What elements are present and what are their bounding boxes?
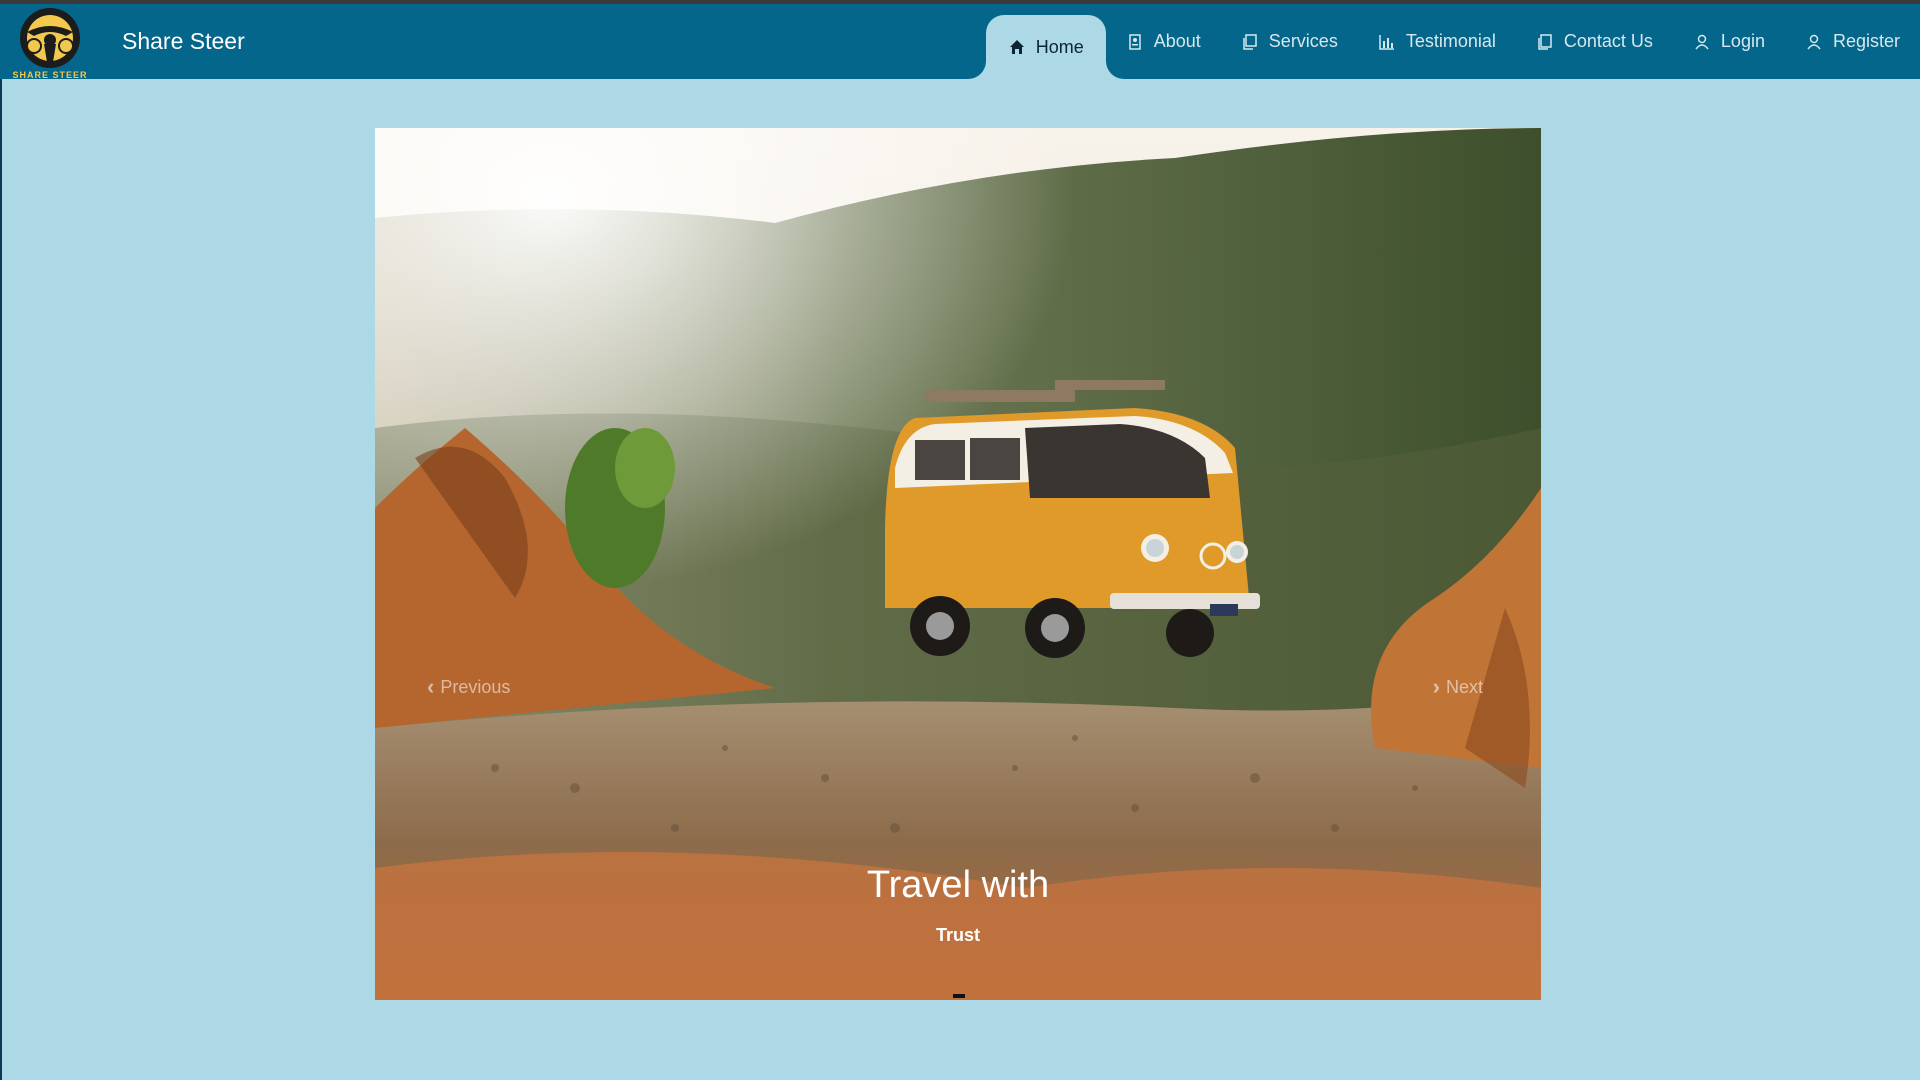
chevron-left-icon: ‹ — [427, 674, 435, 699]
chevron-right-icon: › — [1432, 674, 1440, 699]
contact-icon — [1536, 33, 1554, 51]
main-nav: Home About Services Testimonial Contact … — [985, 4, 1920, 79]
nav-testimonial[interactable]: Testimonial — [1358, 4, 1516, 79]
carousel-prev-button[interactable]: ‹ Previous — [421, 674, 510, 700]
nav-register[interactable]: Register — [1785, 4, 1920, 79]
carousel-caption-subtitle: Trust — [935, 925, 980, 945]
nav-register-label: Register — [1832, 31, 1900, 51]
hero-carousel: ‹ Previous › Next Travel with Trust — [375, 128, 1541, 1000]
nav-home-label: Home — [1035, 36, 1084, 57]
carousel-indicator[interactable] — [953, 994, 965, 998]
carousel-next-button[interactable]: › Next — [1427, 674, 1483, 700]
nav-login[interactable]: Login — [1673, 4, 1785, 79]
document-icon — [1126, 33, 1144, 51]
nav-contact[interactable]: Contact Us — [1516, 4, 1673, 79]
bar-chart-icon — [1378, 33, 1396, 51]
nav-services-label: Services — [1268, 31, 1338, 51]
nav-home[interactable]: Home — [985, 15, 1106, 79]
logo-text: SHARE STEER — [12, 70, 87, 80]
page-left-border — [0, 79, 2, 1080]
nav-contact-label: Contact Us — [1563, 31, 1653, 51]
carousel-caption-title: Travel with — [866, 864, 1050, 906]
home-icon — [1008, 38, 1026, 56]
carousel-next-label: Next — [1445, 676, 1483, 697]
user-icon — [1805, 33, 1823, 51]
nav-testimonial-label: Testimonial — [1405, 31, 1496, 51]
nav-login-label: Login — [1720, 31, 1765, 51]
steering-wheel-logo-icon: SHARE STEER — [12, 8, 87, 80]
nav-services[interactable]: Services — [1221, 4, 1358, 79]
navbar: SHARE STEER Share Steer Home About Servi… — [0, 4, 1920, 80]
copy-icon — [1241, 33, 1259, 51]
brand-name[interactable]: Share Steer — [122, 28, 245, 55]
logo[interactable]: SHARE STEER — [4, 6, 96, 80]
user-icon — [1693, 33, 1711, 51]
nav-about-label: About — [1153, 31, 1201, 51]
carousel-prev-label: Previous — [440, 676, 511, 697]
